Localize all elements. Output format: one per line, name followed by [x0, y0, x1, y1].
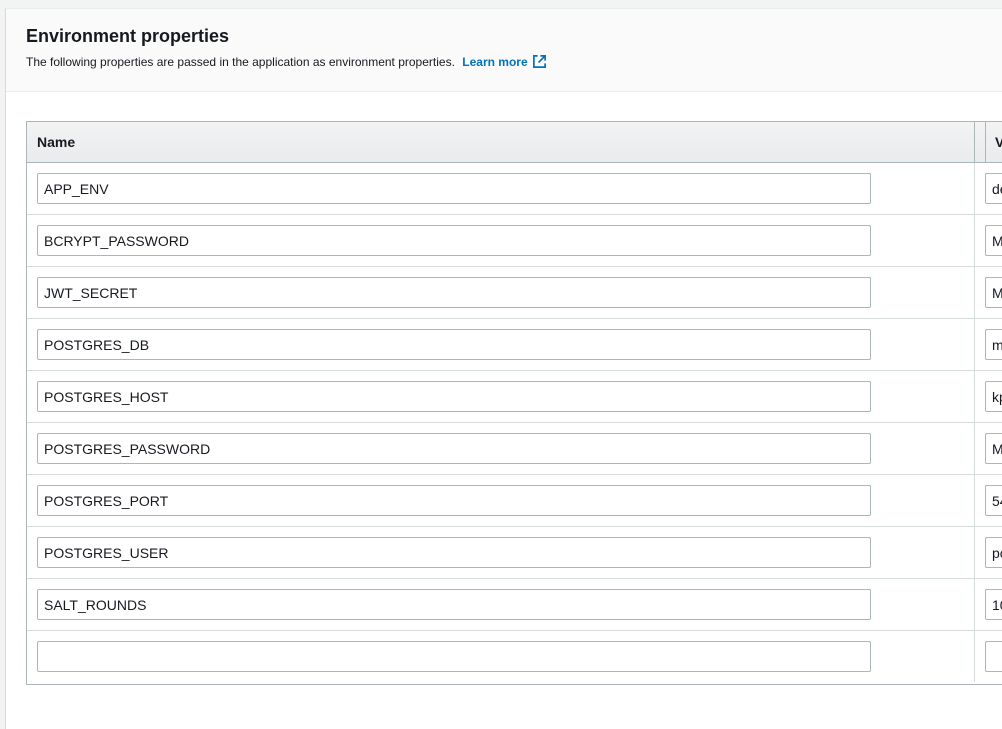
property-name-input[interactable]: [37, 277, 871, 308]
column-divider: [974, 527, 975, 578]
learn-more-label: Learn more: [462, 55, 528, 69]
column-divider: [974, 631, 975, 682]
property-value-input[interactable]: [985, 589, 1002, 620]
property-name-input[interactable]: [37, 485, 871, 516]
table-row: [27, 579, 1002, 631]
column-divider: [974, 267, 975, 318]
property-name-input[interactable]: [37, 433, 871, 464]
column-divider: [974, 579, 975, 630]
property-name-input[interactable]: [37, 173, 871, 204]
table-header: Name Val: [27, 122, 1002, 163]
property-value-input[interactable]: [985, 433, 1002, 464]
property-value-input[interactable]: [985, 225, 1002, 256]
table-body: [27, 163, 1002, 682]
property-name-input[interactable]: [37, 589, 871, 620]
environment-properties-table: Name Val: [26, 121, 1002, 685]
column-divider: [974, 122, 975, 162]
table-row: [27, 319, 1002, 371]
property-value-input[interactable]: [985, 329, 1002, 360]
property-name-input[interactable]: [37, 381, 871, 412]
column-divider: [974, 319, 975, 370]
property-name-input[interactable]: [37, 641, 871, 672]
panel-header: Environment properties The following pro…: [6, 9, 1002, 92]
table-row: [27, 631, 1002, 682]
column-divider: [974, 163, 975, 214]
property-value-input[interactable]: [985, 485, 1002, 516]
property-value-input[interactable]: [985, 277, 1002, 308]
column-divider: [974, 371, 975, 422]
table-row: [27, 475, 1002, 527]
learn-more-link[interactable]: Learn more: [462, 55, 546, 69]
property-value-input[interactable]: [985, 173, 1002, 204]
property-value-input[interactable]: [985, 641, 1002, 672]
column-divider: [974, 423, 975, 474]
table-row: [27, 423, 1002, 475]
property-value-input[interactable]: [985, 537, 1002, 568]
property-name-input[interactable]: [37, 225, 871, 256]
environment-properties-panel: Environment properties The following pro…: [5, 8, 1002, 729]
column-divider: [974, 475, 975, 526]
external-link-icon: [532, 55, 546, 68]
column-header-name: Name: [37, 134, 76, 150]
property-name-input[interactable]: [37, 537, 871, 568]
table-row: [27, 371, 1002, 423]
table-row: [27, 215, 1002, 267]
table-row: [27, 163, 1002, 215]
property-value-input[interactable]: [985, 381, 1002, 412]
table-row: [27, 267, 1002, 319]
table-row: [27, 527, 1002, 579]
column-divider: [974, 215, 975, 266]
column-header-value: Val: [985, 122, 1002, 162]
property-name-input[interactable]: [37, 329, 871, 360]
description-text: The following properties are passed in t…: [26, 55, 455, 69]
section-description: The following properties are passed in t…: [26, 54, 547, 69]
section-title: Environment properties: [26, 26, 230, 46]
